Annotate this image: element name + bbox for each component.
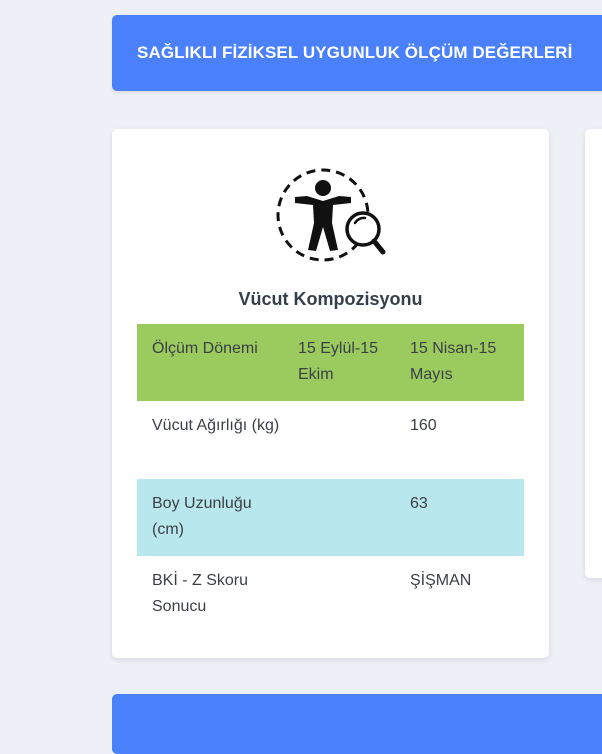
row-value-2: ŞİŞMAN	[410, 572, 472, 589]
header-period-2: 15 Nisan-15 Mayıs	[410, 340, 497, 383]
row-label: Boy Uzunluğu (cm)	[152, 495, 252, 538]
body-composition-card: Vücut Kompozisyonu Ölçüm Dönemi 15 Eylül…	[112, 129, 549, 658]
card-title: Vücut Kompozisyonu	[238, 289, 423, 309]
table-row: Vücut Ağırlığı (kg) 160	[137, 401, 524, 479]
section-banner: SAĞLIKLI FİZİKSEL UYGUNLUK ÖLÇÜM DEĞERLE…	[112, 15, 602, 91]
adjacent-card	[585, 129, 602, 578]
measurement-table: Ölçüm Dönemi 15 Eylül-15 Ekim 15 Nisan-1…	[137, 324, 524, 634]
row-label: BKİ - Z Skoru Sonucu	[152, 572, 249, 615]
table-row: BKİ - Z Skoru Sonucu ŞİŞMAN	[137, 556, 524, 634]
row-value-2: 63	[410, 495, 428, 512]
next-section-banner	[112, 694, 602, 754]
section-title: SAĞLIKLI FİZİKSEL UYGUNLUK ÖLÇÜM DEĞERLE…	[137, 43, 573, 62]
header-period-1: 15 Eylül-15 Ekim	[298, 340, 379, 383]
table-row: Boy Uzunluğu (cm) 63	[137, 479, 524, 556]
row-value-2: 160	[410, 417, 437, 434]
header-label: Ölçüm Dönemi	[152, 340, 258, 357]
body-composition-icon	[275, 167, 390, 267]
row-label: Vücut Ağırlığı (kg)	[152, 417, 280, 434]
table-header-row: Ölçüm Dönemi 15 Eylül-15 Ekim 15 Nisan-1…	[137, 324, 524, 401]
